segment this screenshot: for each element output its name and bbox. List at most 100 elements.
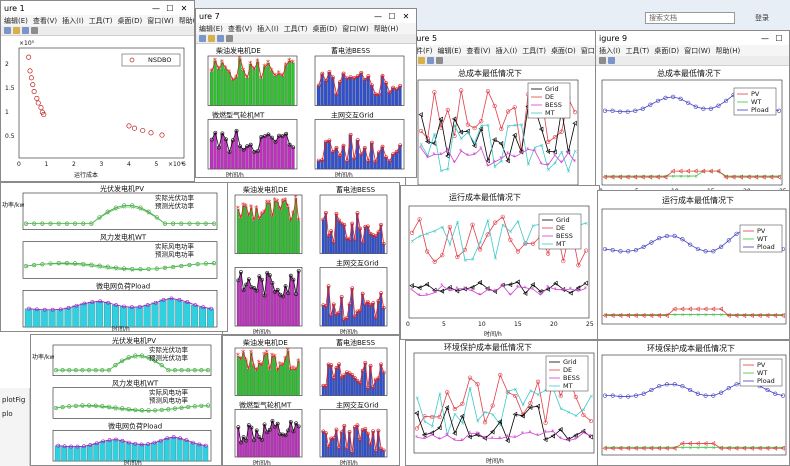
menu-item[interactable]: 窗口(W) [342, 24, 368, 34]
bar [263, 66, 267, 106]
bar [398, 85, 402, 106]
data-point: × [114, 364, 118, 370]
menu-item[interactable]: 帮助(H) [716, 46, 741, 56]
data-point: * [531, 286, 534, 293]
bar [263, 136, 267, 170]
menu-item[interactable]: 帮助(H) [374, 24, 399, 34]
bar [284, 286, 287, 327]
save-icon[interactable] [22, 27, 29, 34]
open-icon[interactable] [13, 27, 20, 34]
bar [191, 304, 199, 328]
data-point: * [430, 432, 433, 439]
minimize-icon[interactable]: — [758, 34, 772, 43]
figure-window-renewable-forecast-env: 光伏发电机PV × × × × × × × × × × × × × × × × × × × × × × × × 实际光伏功率 预测光… [30, 334, 222, 466]
menu-item[interactable]: 编辑(E) [438, 46, 462, 56]
open-icon[interactable] [208, 35, 215, 42]
menu-item[interactable]: 编辑(E) [4, 16, 28, 26]
bar [398, 145, 402, 170]
menu-item[interactable]: 编辑(E) [199, 24, 223, 34]
data-point: × [180, 406, 184, 412]
taskbar-item[interactable]: plo [2, 410, 27, 418]
data-point: * [267, 365, 271, 374]
close-icon[interactable]: ✕ [177, 4, 191, 13]
maximize-icon[interactable]: ☐ [163, 4, 177, 13]
open-icon[interactable] [418, 57, 425, 64]
menu-item[interactable]: 插入(I) [257, 24, 279, 34]
data-point: * [252, 216, 256, 225]
dispatch-chart-environment: 环境保护成本最低情况下××××××××××××××××××××××××*****… [413, 342, 595, 465]
minimize-icon[interactable]: — [371, 12, 385, 21]
menu-item[interactable]: 插入(I) [496, 46, 518, 56]
data-point: × [147, 211, 151, 217]
axis-label: 时间/h [486, 457, 504, 465]
tick-label: 0 [406, 321, 410, 328]
maximize-icon[interactable]: ☐ [772, 34, 786, 43]
tool-icon[interactable] [599, 57, 606, 64]
minimize-icon[interactable]: — [149, 4, 163, 13]
data-point: * [498, 436, 501, 443]
bar [96, 301, 104, 328]
subplot-title: 蓄电池BESS [331, 46, 371, 55]
menu-item[interactable]: 帮助(H) [179, 16, 194, 26]
login-link[interactable]: 登录 [755, 13, 769, 23]
new-icon[interactable] [4, 27, 11, 34]
figure-window-env-dispatch: 环境保护成本最低情况下××××××××××××××××××××××××*****… [405, 340, 600, 466]
data-point: × [32, 263, 36, 269]
menu-item[interactable]: 查看(V) [466, 46, 490, 56]
data-point: × [719, 312, 723, 318]
data-point: × [456, 220, 460, 226]
data-point: × [127, 356, 131, 362]
menu-item[interactable]: 插入(I) [599, 46, 621, 56]
subplot-title: 微燃型气轮机MT [239, 401, 292, 410]
bar [281, 365, 284, 396]
print-icon[interactable] [436, 57, 443, 64]
data-point: × [114, 207, 118, 213]
data-point: × [94, 368, 98, 374]
axis-label: 时间/h [340, 328, 358, 335]
data-point: × [423, 419, 427, 425]
menu-item[interactable]: 窗口(W) [147, 16, 173, 26]
figure-canvas: ×10⁵ 2 1.5 1 0.5 0 1 2 3 4 5 6 ×10⁴ 运行成本 NSDBO [1, 36, 194, 181]
tick-label: 1.5 [5, 85, 15, 92]
menu-item[interactable]: 工具(T) [522, 46, 546, 56]
menu-item[interactable]: 工具(T) [626, 46, 650, 56]
menu-item[interactable]: 工具(T) [284, 24, 308, 34]
menu-item[interactable]: 插入(I) [62, 16, 84, 26]
data-point: × [196, 222, 200, 228]
bar [352, 77, 356, 106]
menu-item[interactable]: 桌面(D) [654, 46, 679, 56]
menu-item[interactable]: 窗口(W) [684, 46, 710, 56]
bar [252, 440, 256, 458]
data-point: * [294, 194, 298, 203]
menu-item[interactable]: 工具(T) [89, 16, 113, 26]
print-icon[interactable] [31, 27, 38, 34]
maximize-icon[interactable]: ☐ [385, 12, 399, 21]
menu-item[interactable]: 桌面(D) [312, 24, 337, 34]
bar [159, 299, 167, 328]
data-point: × [90, 264, 94, 270]
legend-label: PV [751, 90, 760, 98]
tick-label: 2 [5, 61, 9, 68]
tool-icon[interactable] [608, 57, 615, 64]
taskbar-item[interactable]: plotFig [2, 396, 27, 404]
menu-item[interactable]: 桌面(D) [117, 16, 142, 26]
data-point: × [453, 123, 457, 129]
legend-label: Grid [563, 358, 577, 366]
data-point: * [513, 154, 516, 161]
bar [250, 207, 253, 254]
bar [202, 445, 209, 462]
save-icon[interactable] [427, 57, 434, 64]
print-icon[interactable] [226, 35, 233, 42]
menu-item[interactable]: 查看(V) [228, 24, 252, 34]
bar [257, 218, 261, 254]
bar [294, 423, 298, 458]
save-icon[interactable] [217, 35, 224, 42]
menu-item[interactable]: 桌面(D) [551, 46, 576, 56]
doc-search-input[interactable]: 搜索文档 [645, 12, 735, 24]
close-icon[interactable]: ✕ [399, 12, 413, 21]
new-icon[interactable] [199, 35, 206, 42]
bar [199, 307, 206, 328]
figure-window-unit-env: 柴油发电机DE * * * * * * * * * * * * * * * * * * * * * * * * 蓄电池BESS 微燃… [222, 335, 400, 466]
tick-label: 5 [442, 321, 446, 328]
menu-item[interactable]: 查看(V) [33, 16, 57, 26]
